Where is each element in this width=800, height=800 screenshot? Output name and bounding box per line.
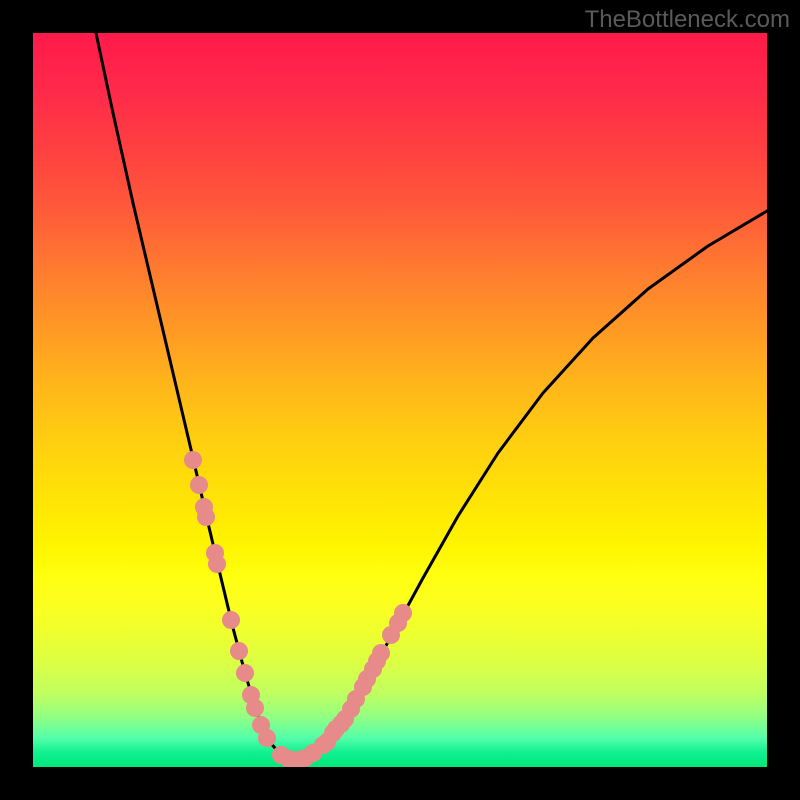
data-point [332,715,350,733]
data-point [347,690,365,708]
data-point [358,670,376,688]
data-point [208,555,226,573]
data-point [258,729,276,747]
chart-svg [33,33,767,767]
data-point [382,626,400,644]
data-point [184,451,202,469]
scatter-dots [184,451,412,767]
data-point [318,733,336,751]
data-point [372,644,390,662]
data-point [246,699,264,717]
data-point [197,508,215,526]
plot-area [33,33,767,767]
data-point [236,664,254,682]
watermark-text: TheBottleneck.com [585,6,790,34]
data-point [394,604,412,622]
data-point [190,476,208,494]
data-point [230,642,248,660]
data-point [222,611,240,629]
bottleneck-curve [96,33,767,760]
